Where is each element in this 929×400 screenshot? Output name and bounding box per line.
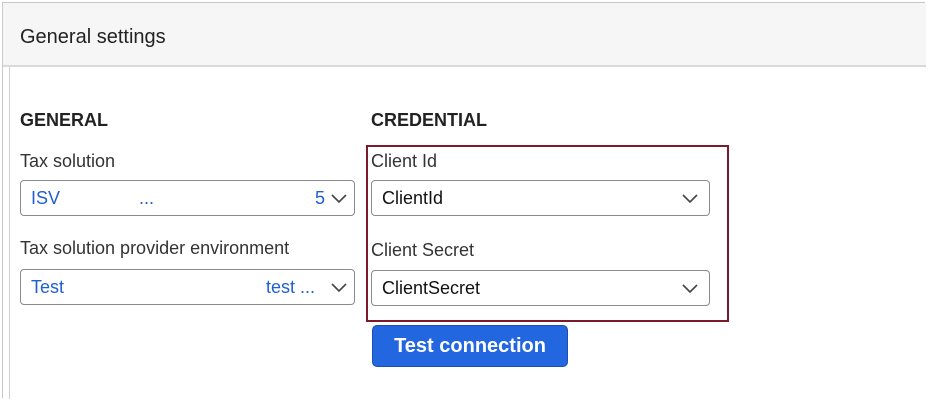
client-secret-value: ClientSecret [382,278,481,298]
credential-heading: CREDENTIAL [371,110,487,130]
tax-solution-value-suffix: 5 [315,188,326,208]
panel-left-border [9,67,10,399]
client-secret-label: Client Secret [371,240,475,260]
panel-title: General settings [20,26,166,48]
chevron-down-icon[interactable] [329,278,349,298]
test-connection-button[interactable]: Test connection [372,325,568,367]
panel-header[interactable]: General settings [3,3,926,67]
tax-solution-value-ellipsis: ... [139,188,155,208]
tax-solution-label: Tax solution [20,151,116,171]
client-secret-dropdown[interactable]: ClientSecret [371,270,710,306]
tax-solution-dropdown[interactable]: ISV ... 5 [20,180,355,216]
chevron-down-icon[interactable] [329,189,349,209]
general-heading: GENERAL [20,110,109,130]
chevron-down-icon[interactable] [680,279,700,299]
provider-environment-dropdown[interactable]: Test test ... [20,269,355,305]
provider-environment-value-suffix: test ... [266,277,316,297]
tax-solution-value: ISV [31,188,61,208]
chevron-down-icon[interactable] [680,189,700,209]
provider-environment-label: Tax solution provider environment [20,238,290,258]
client-id-label: Client Id [371,151,438,171]
general-settings-panel: General settings GENERAL Tax solution IS… [2,2,926,399]
client-id-dropdown[interactable]: ClientId [371,180,710,216]
provider-environment-value: Test [31,277,65,297]
client-id-value: ClientId [382,188,444,208]
